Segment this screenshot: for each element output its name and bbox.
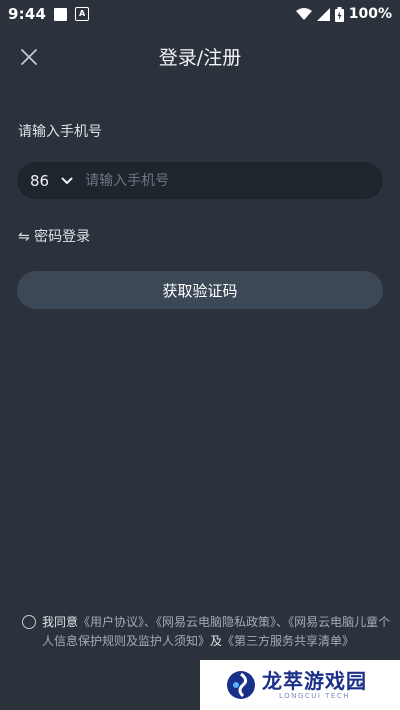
- get-code-button[interactable]: 获取验证码: [17, 271, 383, 309]
- agree-radio[interactable]: [22, 615, 36, 629]
- phone-label: 请输入手机号: [18, 124, 102, 140]
- third-party-link[interactable]: 《第三方服务共享清单》: [222, 634, 354, 648]
- watermark-logo-icon: [227, 671, 255, 699]
- watermark: 龙萃游戏园 LONGCUI TECH: [200, 660, 400, 710]
- watermark-sub: LONGCUI TECH: [279, 692, 350, 700]
- header: 登录/注册: [0, 40, 400, 74]
- watermark-text: 龙萃游戏园 LONGCUI TECH: [262, 670, 367, 700]
- agree-sep-1: 、: [144, 615, 157, 629]
- status-left: 9:44 A: [8, 5, 90, 23]
- status-bar: 9:44 A 100%: [0, 0, 400, 28]
- status-right: 100%: [295, 6, 392, 22]
- user-agreement-link[interactable]: 《用户协议》: [78, 615, 144, 629]
- agree-sep-2: 、: [276, 615, 289, 629]
- password-login-label: ⇋ 密码登录: [18, 229, 91, 245]
- watermark-name: 龙萃游戏园: [262, 669, 367, 693]
- signal-icon: [316, 7, 330, 21]
- notification-square-icon: [54, 7, 68, 21]
- page-title: 登录/注册: [158, 47, 242, 69]
- agree-and: 及: [210, 634, 223, 648]
- battery-percent: 100%: [348, 6, 392, 22]
- wifi-icon: [295, 7, 312, 20]
- battery-charging-icon: [334, 6, 344, 22]
- agreement: 我同意《用户协议》、《网易云电脑隐私政策》、《网易云电脑儿童个人信息保护规则及监…: [22, 613, 392, 651]
- privacy-policy-link[interactable]: 《网易云电脑隐私政策》: [156, 615, 276, 629]
- country-code: 86: [30, 171, 50, 190]
- phone-input-row: 86: [17, 162, 383, 199]
- status-time: 9:44: [8, 5, 47, 23]
- country-code-select[interactable]: 86: [17, 172, 73, 190]
- phone-input[interactable]: [83, 171, 358, 190]
- chevron-down-icon: [61, 177, 73, 184]
- agreement-text: 我同意《用户协议》、《网易云电脑隐私政策》、《网易云电脑儿童个人信息保护规则及监…: [42, 613, 392, 651]
- agree-prefix: 我同意: [42, 615, 79, 629]
- password-login-switch[interactable]: ⇋ 密码登录: [18, 226, 90, 246]
- a-badge-icon: A: [75, 7, 90, 21]
